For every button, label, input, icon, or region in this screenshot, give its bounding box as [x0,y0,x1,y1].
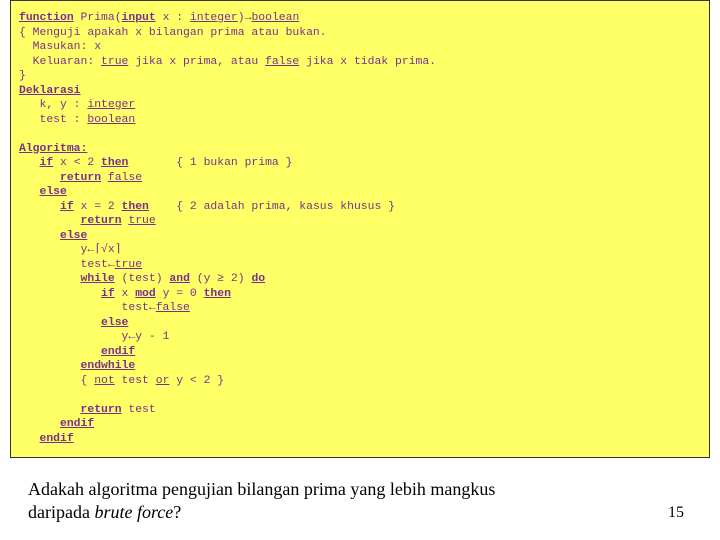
caption-line2a: daripada [28,502,94,522]
pseudocode-block: function Prima(input x : integer)→boolea… [19,11,701,446]
code-panel: function Prima(input x : integer)→boolea… [10,0,710,458]
caption-line1: Adakah algoritma pengujian bilangan prim… [28,479,495,499]
slide-caption: Adakah algoritma pengujian bilangan prim… [28,478,588,524]
page-number: 15 [668,504,684,522]
caption-emph: brute force [94,502,173,522]
caption-line2c: ? [173,502,181,522]
